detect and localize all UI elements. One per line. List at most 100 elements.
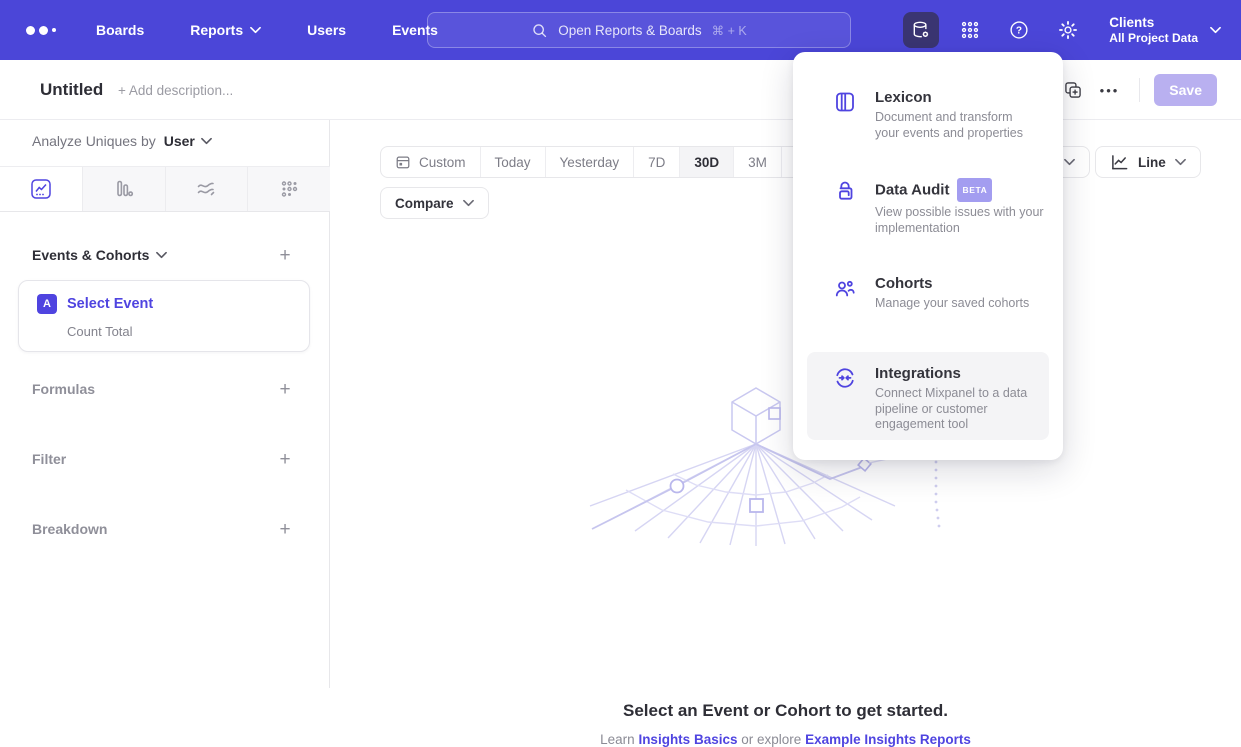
add-event-button[interactable]: +	[275, 246, 295, 266]
integrations-title: Integrations	[875, 364, 1043, 383]
nav-users[interactable]: Users	[307, 22, 346, 38]
date-range-label: 3M	[748, 155, 767, 170]
nav-boards-label: Boards	[96, 22, 144, 38]
formulas-label: Formulas	[32, 381, 95, 397]
chevron-down-icon	[1064, 158, 1075, 166]
empty-state-heading: Select an Event or Cohort to get started…	[330, 701, 1241, 721]
compare-button[interactable]: Compare	[380, 187, 489, 219]
date-range-30d[interactable]: 30D	[679, 147, 733, 177]
search-shortcut: ⌘ + K	[712, 23, 747, 38]
date-range-control: Custom Today Yesterday 7D 30D 3M 6M	[380, 146, 830, 178]
help-icon: ?	[1008, 19, 1030, 41]
mixpanel-logo[interactable]	[26, 26, 56, 35]
events-cohorts-header[interactable]: Events & Cohorts	[32, 247, 167, 263]
cohorts-people-icon	[833, 276, 857, 300]
menu-item-data-audit[interactable]: Data AuditBETA View possible issues with…	[833, 178, 1057, 236]
chart-type-tabs	[0, 166, 330, 212]
event-card[interactable]: A Select Event Count Total	[18, 280, 310, 352]
date-range-today[interactable]: Today	[480, 147, 545, 177]
analyze-prefix-label: Analyze Uniques by	[32, 133, 156, 149]
chevron-down-icon	[156, 251, 167, 259]
dots-grid-tab-icon	[278, 178, 300, 200]
line-chart-tab-icon	[30, 178, 52, 200]
learn-prefix: Learn	[600, 732, 635, 747]
date-range-label: Yesterday	[560, 155, 620, 170]
menu-item-integrations[interactable]: Integrations Connect Mixpanel to a data …	[833, 364, 1043, 433]
add-filter-button[interactable]: +	[275, 450, 295, 470]
chart-canvas: Custom Today Yesterday 7D 30D 3M 6M Comp…	[330, 120, 1241, 688]
tab-stacked-chart[interactable]	[165, 167, 248, 211]
header-actions: ••• Save	[1056, 74, 1217, 106]
apps-grid-button[interactable]	[952, 12, 988, 48]
chevron-down-icon	[463, 199, 474, 207]
date-range-label: Custom	[419, 155, 466, 170]
chevron-down-icon	[250, 26, 261, 34]
data-audit-title: Data AuditBETA	[875, 178, 1057, 202]
gear-icon	[1057, 19, 1079, 41]
nav-reports[interactable]: Reports	[190, 22, 261, 38]
chart-type-dropdown[interactable]: Line	[1095, 146, 1201, 178]
date-range-yesterday[interactable]: Yesterday	[545, 147, 634, 177]
chart-type-label: Line	[1138, 155, 1166, 170]
save-button[interactable]: Save	[1154, 74, 1217, 106]
filter-label: Filter	[32, 451, 66, 467]
svg-text:?: ?	[1016, 26, 1022, 37]
project-name: All Project Data	[1109, 31, 1198, 46]
select-event-label[interactable]: Select Event	[67, 296, 153, 312]
nav-boards[interactable]: Boards	[96, 22, 144, 38]
more-options-button[interactable]: •••	[1100, 83, 1120, 98]
project-selector[interactable]: Clients All Project Data	[1109, 14, 1221, 46]
org-name: Clients	[1109, 14, 1198, 31]
data-audit-icon	[833, 180, 857, 204]
date-range-custom[interactable]: Custom	[381, 147, 480, 177]
report-title[interactable]: Untitled	[40, 80, 103, 100]
date-range-label: 30D	[694, 155, 719, 170]
add-description-field[interactable]: + Add description...	[118, 83, 233, 98]
primary-nav: Boards Reports Users Events	[96, 22, 438, 38]
tab-bar-chart[interactable]	[82, 167, 165, 211]
date-range-label: Today	[495, 155, 531, 170]
line-chart-icon	[1110, 154, 1129, 171]
search-placeholder: Open Reports & Boards	[558, 23, 701, 38]
event-badge: A	[37, 294, 57, 314]
menu-item-cohorts[interactable]: Cohorts Manage your saved cohorts	[833, 274, 1029, 312]
analyze-by-selector[interactable]: Analyze Uniques by User	[32, 133, 212, 149]
beta-badge: BETA	[957, 178, 992, 202]
data-management-menu: Lexicon Document and transform your even…	[793, 52, 1063, 460]
divider	[1139, 78, 1140, 102]
analyze-value: User	[164, 133, 195, 149]
cohorts-title: Cohorts	[875, 274, 1029, 293]
settings-button[interactable]	[1050, 12, 1086, 48]
lexicon-description: Document and transform your events and p…	[875, 110, 1038, 141]
search-icon	[531, 22, 548, 39]
compare-label: Compare	[395, 196, 454, 211]
insights-basics-link[interactable]: Insights Basics	[638, 732, 737, 747]
tab-insights-chart[interactable]	[0, 167, 82, 211]
integrations-sync-icon	[833, 366, 857, 390]
date-range-3m[interactable]: 3M	[733, 147, 781, 177]
data-management-button[interactable]	[903, 12, 939, 48]
topbar-right-cluster: ? Clients All Project Data	[903, 0, 1221, 60]
nav-users-label: Users	[307, 22, 346, 38]
global-search-input[interactable]: Open Reports & Boards ⌘ + K	[427, 12, 851, 48]
date-range-7d[interactable]: 7D	[633, 147, 679, 177]
add-formula-button[interactable]: +	[275, 380, 295, 400]
query-builder-sidebar: Analyze Uniques by User	[0, 120, 330, 688]
middle-text: or explore	[741, 732, 801, 747]
tab-metrics-chart[interactable]	[247, 167, 330, 211]
chevron-down-icon	[1210, 26, 1221, 34]
data-audit-description: View possible issues with your implement…	[875, 205, 1057, 236]
cohorts-description: Manage your saved cohorts	[875, 296, 1029, 312]
nav-reports-label: Reports	[190, 22, 243, 38]
copy-plus-icon	[1063, 80, 1083, 100]
events-cohorts-label: Events & Cohorts	[32, 247, 149, 263]
menu-item-lexicon[interactable]: Lexicon Document and transform your even…	[833, 88, 1038, 141]
breakdown-label: Breakdown	[32, 521, 107, 537]
help-button[interactable]: ?	[1001, 12, 1037, 48]
add-breakdown-button[interactable]: +	[275, 520, 295, 540]
top-navigation-bar: Boards Reports Users Events Open Reports…	[0, 0, 1241, 60]
count-total-label[interactable]: Count Total	[67, 324, 133, 339]
example-reports-link[interactable]: Example Insights Reports	[805, 732, 971, 747]
chevron-down-icon	[1175, 158, 1186, 166]
grid-dots-icon	[959, 19, 981, 41]
